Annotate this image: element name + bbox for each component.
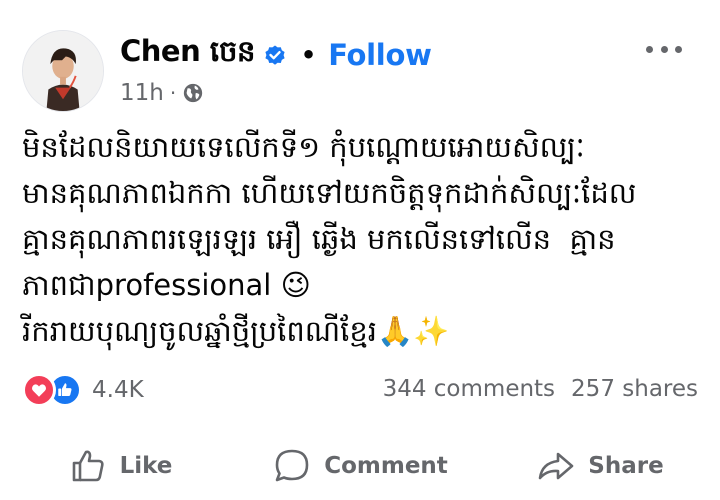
love-reaction-icon bbox=[22, 373, 56, 407]
reactions-summary[interactable]: 4.4K bbox=[22, 373, 144, 407]
speech-bubble-icon bbox=[275, 449, 309, 482]
verified-badge-icon bbox=[263, 43, 287, 67]
more-options-button[interactable] bbox=[646, 42, 682, 56]
post-actions-bar: Like Comment Share bbox=[0, 438, 720, 494]
facebook-post: Chen ចេន • Follow 11h · មិនដែលនិយាយទេលើក… bbox=[0, 0, 720, 500]
avatar-image bbox=[23, 31, 103, 111]
more-dot bbox=[675, 45, 682, 53]
post-body-text: មិនដែលនិយាយទេលើកទី១ កុំបណ្តោយអោយសិល្បៈ ម… bbox=[22, 130, 637, 348]
more-dot bbox=[660, 45, 668, 53]
author-avatar[interactable] bbox=[22, 30, 104, 112]
engagement-counts: 344 comments 257 shares bbox=[383, 376, 698, 402]
share-label: Share bbox=[588, 453, 664, 479]
author-name[interactable]: Chen ចេន bbox=[120, 34, 255, 76]
name-separator: • bbox=[300, 41, 317, 69]
post-meta: 11h · bbox=[120, 80, 204, 106]
like-button[interactable]: Like bbox=[0, 438, 240, 494]
globe-public-icon[interactable] bbox=[182, 82, 204, 104]
author-row: Chen ចេន • Follow bbox=[120, 34, 432, 76]
share-arrow-icon bbox=[538, 452, 574, 480]
follow-button[interactable]: Follow bbox=[328, 38, 432, 72]
comment-label: Comment bbox=[324, 453, 448, 479]
post-timestamp[interactable]: 11h bbox=[120, 80, 164, 106]
share-button[interactable]: Share bbox=[480, 438, 720, 494]
thumbs-up-icon bbox=[72, 450, 104, 482]
shares-count[interactable]: 257 shares bbox=[571, 376, 698, 402]
more-dot bbox=[646, 45, 653, 53]
like-label: Like bbox=[119, 453, 173, 479]
comment-button[interactable]: Comment bbox=[240, 438, 480, 494]
post-header: Chen ចេន • Follow 11h · bbox=[22, 26, 698, 116]
meta-separator: · bbox=[169, 81, 177, 105]
comments-count[interactable]: 344 comments bbox=[383, 376, 555, 402]
reaction-count: 4.4K bbox=[92, 377, 144, 403]
post-stats: 4.4K 344 comments 257 shares bbox=[22, 372, 698, 408]
